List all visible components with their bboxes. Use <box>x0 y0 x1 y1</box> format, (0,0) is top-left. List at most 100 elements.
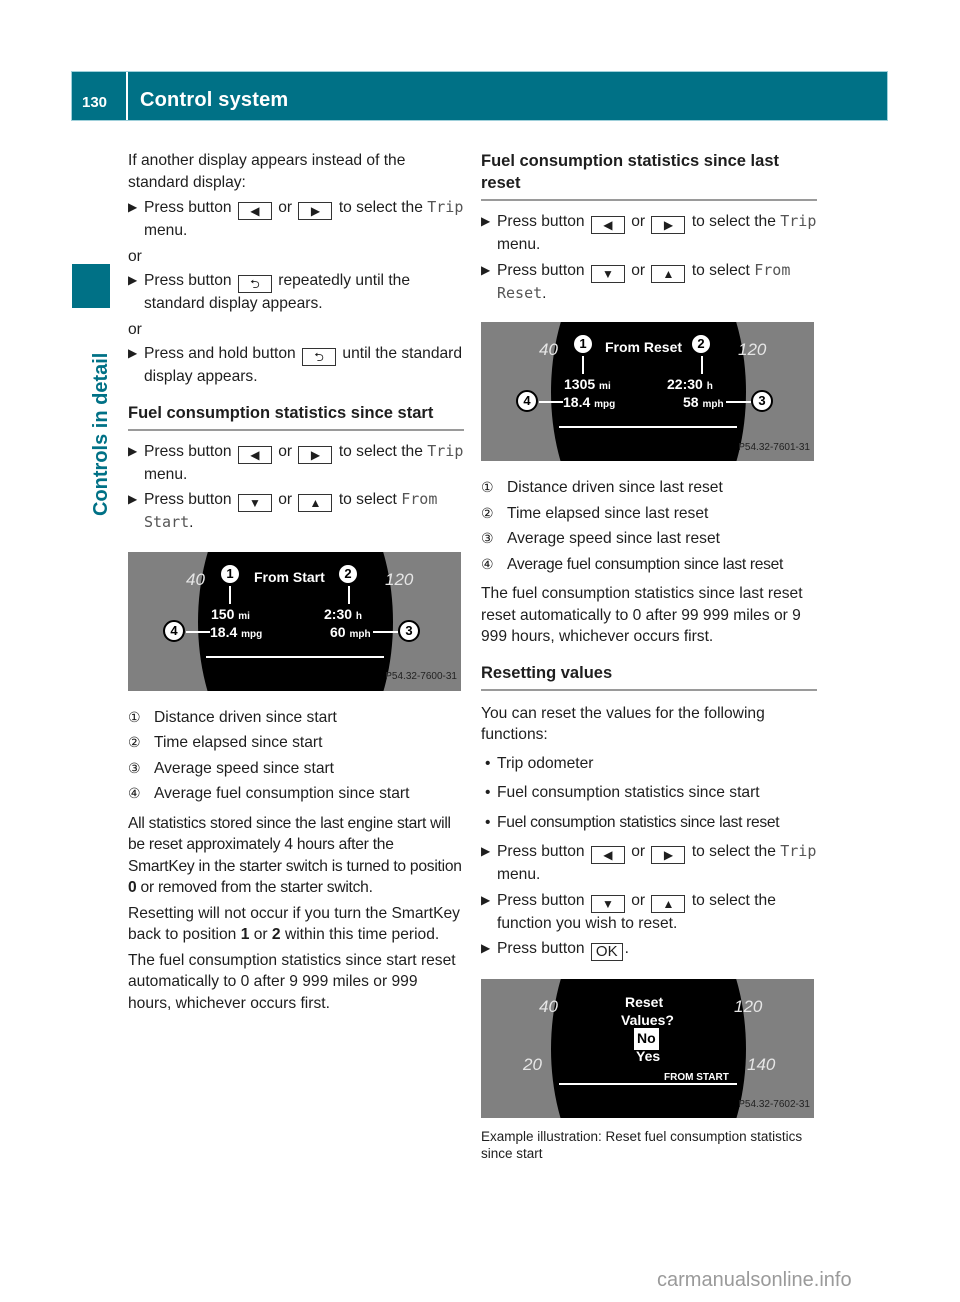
gauge-label: 40 <box>539 997 558 1016</box>
speed-value: 60 mph <box>330 623 371 640</box>
callout-leader <box>539 401 563 403</box>
right-arrow-button-icon: ▶ <box>298 202 333 220</box>
step-arrow-icon: ▶ <box>481 214 491 228</box>
step-arrow-icon: ▶ <box>481 844 491 858</box>
right-arrow-button-icon: ▶ <box>298 445 333 464</box>
gauge-label: 120 <box>734 997 763 1016</box>
callout-leader <box>726 401 751 403</box>
callout-leader <box>582 356 584 374</box>
fuel-value: 18.4 mpg <box>210 623 263 640</box>
watermark: carmanualsonline.info <box>657 1269 852 1291</box>
bullet-item: • Fuel consumption statistics since start <box>485 784 760 801</box>
down-arrow-button-icon: ▼ <box>590 894 625 913</box>
gauge-label: 40 <box>539 340 558 359</box>
instruction-step: ▶ Press button ◀ or ▶ to select the Trip… <box>128 441 464 483</box>
display-title: From Start <box>254 568 325 585</box>
intro-text: If another display appears instead of th… <box>128 152 406 191</box>
callout-1: 1 <box>572 333 594 355</box>
instruction-step: ▶ Press button ▼ or ▲ to select the func… <box>481 891 776 932</box>
back-button-icon: ⮌ <box>302 348 337 366</box>
gauge-label: 40 <box>186 569 205 589</box>
figure-code: P54.32-7602-31 <box>738 1098 810 1110</box>
legend-item: ① Distance driven since last reset <box>481 479 723 496</box>
page-header: 130 Control system <box>71 71 888 121</box>
step-arrow-icon: ▶ <box>481 262 491 277</box>
figure-code: P54.32-7601-31 <box>738 441 810 453</box>
instruction-step: ▶ Press button ▼ or ▲ to select From Res… <box>481 260 791 302</box>
option-yes: Yes <box>636 1048 661 1064</box>
callout-leader <box>701 356 703 374</box>
callout-1: 1 <box>219 562 241 585</box>
instruction-step: ▶ Press button ▼ or ▲ to select From Sta… <box>128 490 438 531</box>
display-footer: FROM START <box>664 1072 729 1083</box>
display-divider <box>206 655 384 658</box>
gauge-label: 20 <box>523 1055 542 1074</box>
step-arrow-icon: ▶ <box>128 443 138 458</box>
instruction-step: ▶ Press button ◀ or ▶ to select the Trip… <box>128 198 464 239</box>
figure-caption: Example illustration: Reset fuel consump… <box>481 1129 803 1161</box>
callout-4: 4 <box>516 390 538 412</box>
step-arrow-icon: ▶ <box>128 200 138 214</box>
gauge-label: 120 <box>385 569 414 589</box>
display-divider <box>559 1083 737 1085</box>
reset-values-figure: 40 120 20 140 Reset Values? No Yes FROM … <box>481 979 814 1118</box>
legend-item: ② Time elapsed since last reset <box>481 504 709 522</box>
bullet-item: • Fuel consumption statistics since last … <box>485 813 780 831</box>
right-column: Fuel consumption statistics since last r… <box>481 150 817 1162</box>
display-menu-name: Trip <box>780 212 817 230</box>
section-heading: Fuel consumption statistics since last r… <box>481 150 817 201</box>
instrument-cluster-figure-from-start: 40 120 From Start 150 mi 2:30 h 18.4 mpg… <box>128 551 461 691</box>
callout-3: 3 <box>751 390 773 412</box>
display-menu-name: Trip <box>427 198 464 216</box>
legend-item: ② Time elapsed since start <box>128 734 323 751</box>
resettable-intro: You can reset the values for the followi… <box>481 704 765 744</box>
bullet-item: • Trip odometer <box>485 754 594 772</box>
or-text: or <box>128 320 142 338</box>
auto-reset-paragraph: The fuel consumption statistics since st… <box>128 951 456 1012</box>
up-arrow-button-icon: ▲ <box>651 894 686 913</box>
gauge-label: 120 <box>738 340 767 359</box>
left-column: If another display appears instead of th… <box>128 150 464 1018</box>
section-heading: Fuel consumption statistics since start <box>128 402 464 431</box>
chapter-tab-marker <box>72 264 110 308</box>
display-menu-name: Trip <box>427 441 464 460</box>
auto-reset-paragraph: The fuel consumption statistics since la… <box>481 585 803 645</box>
callout-2: 2 <box>337 562 359 585</box>
back-button-icon: ⮌ <box>237 275 272 293</box>
legend-item: ① Distance driven since start <box>128 708 337 726</box>
instruction-step: ▶ Press and hold button ⮌ until the stan… <box>128 345 463 385</box>
speed-value: 58 mph <box>683 394 724 410</box>
page-number: 130 <box>72 72 128 120</box>
callout-4: 4 <box>163 619 185 642</box>
up-arrow-button-icon: ▲ <box>298 494 333 512</box>
right-arrow-button-icon: ▶ <box>651 846 686 864</box>
left-arrow-button-icon: ◀ <box>237 445 272 464</box>
step-arrow-icon: ▶ <box>481 892 491 907</box>
display-title: From Reset <box>605 339 683 355</box>
legend-item: ③ Average speed since last reset <box>481 530 720 547</box>
callout-leader <box>348 585 350 604</box>
legend-item: ④ Average fuel consumption since start <box>128 785 410 802</box>
callout-leader <box>229 585 231 604</box>
down-arrow-button-icon: ▼ <box>590 264 625 283</box>
reset-exception-paragraph: Resetting will not occur if you turn the… <box>128 904 460 944</box>
right-arrow-button-icon: ▶ <box>651 216 686 234</box>
chapter-label: Controls in detail <box>90 352 112 516</box>
figure-code: P54.32-7600-31 <box>385 671 457 682</box>
display-menu-name: Trip <box>780 842 817 860</box>
display-divider <box>559 426 737 428</box>
section-heading: Resetting values <box>481 662 817 691</box>
step-arrow-icon: ▶ <box>128 273 138 287</box>
left-arrow-button-icon: ◀ <box>237 202 272 220</box>
or-text: or <box>128 247 142 265</box>
step-arrow-icon: ▶ <box>481 941 491 955</box>
callout-leader <box>373 630 398 633</box>
fuel-value: 18.4 mpg <box>563 394 616 410</box>
callout-3: 3 <box>398 619 420 642</box>
legend-item: ④ Average fuel consumption since last res… <box>481 555 784 573</box>
left-arrow-button-icon: ◀ <box>590 846 625 864</box>
up-arrow-button-icon: ▲ <box>651 264 686 283</box>
instrument-cluster-figure-from-reset: 40 120 From Reset 1305 mi 22:30 h 18.4 m… <box>481 322 814 461</box>
step-arrow-icon: ▶ <box>128 492 138 506</box>
down-arrow-button-icon: ▼ <box>237 494 272 512</box>
